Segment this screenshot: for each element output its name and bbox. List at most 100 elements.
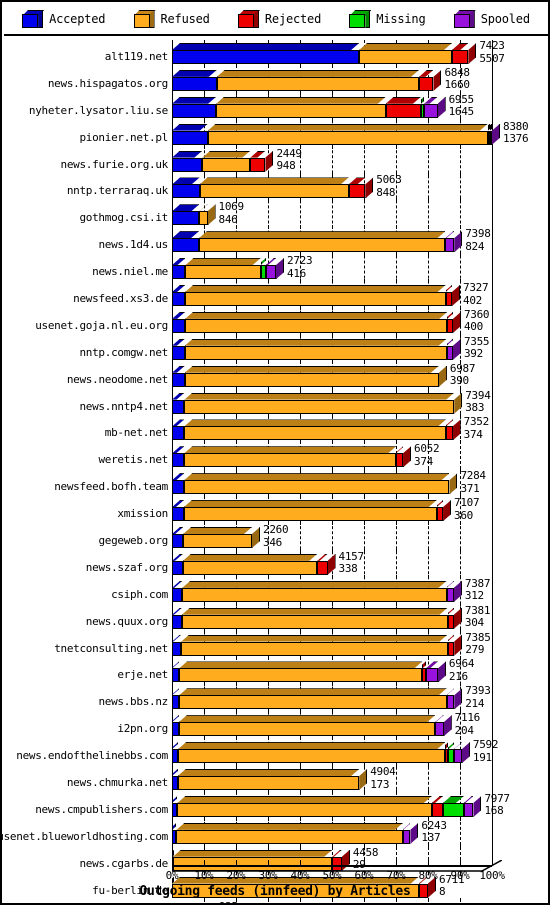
bar-segment-accepted[interactable] [172,641,182,656]
bar-segment-accepted[interactable] [172,103,217,118]
stacked-bar[interactable]: 9351 [172,900,492,903]
bar-segment-refused[interactable] [184,480,450,495]
stacked-bar[interactable]: 2723 416 [172,255,492,284]
bar-segment-accepted[interactable] [172,480,185,495]
bar-segment-refused[interactable] [178,722,436,737]
bar-segment-accepted[interactable] [172,426,185,441]
stacked-bar[interactable]: 7355 392 [172,335,492,364]
bar-segment-refused[interactable] [177,776,360,791]
bar-segment-rejected[interactable] [445,426,453,441]
bar-segment-accepted[interactable] [172,668,180,683]
bar-segment-rejected[interactable] [317,560,328,575]
bar-segment-refused[interactable] [182,587,447,602]
bar-segment-accepted[interactable] [172,211,200,226]
bar-segment-spooled[interactable] [489,130,492,145]
stacked-bar[interactable]: 7393 214 [172,685,492,714]
bar-segment-accepted[interactable] [172,695,180,710]
stacked-bar[interactable]: 7360 400 [172,308,492,337]
bar-segment-refused[interactable] [199,211,208,226]
bar-segment-refused[interactable] [198,238,446,253]
bar-segment-refused[interactable] [202,157,251,172]
bar-segment-rejected[interactable] [447,641,455,656]
bar-segment-spooled[interactable] [425,668,438,683]
bar-segment-refused[interactable] [207,130,488,145]
bar-segment-spooled[interactable] [446,345,453,360]
bar-segment-rejected[interactable] [445,292,452,307]
bar-segment-accepted[interactable] [172,722,179,737]
legend-item-rejected[interactable]: Rejected [237,10,321,28]
bar-segment-refused[interactable] [177,802,432,817]
bar-segment-accepted[interactable] [172,318,186,333]
bar-segment-accepted[interactable] [172,399,185,414]
stacked-bar[interactable]: 7385 279 [172,631,492,660]
bar-segment-accepted[interactable] [172,345,185,360]
bar-segment-spooled[interactable] [454,749,462,764]
bar-segment-refused[interactable] [184,345,447,360]
bar-segment-spooled[interactable] [403,829,411,844]
bar-segment-missing[interactable] [443,802,464,817]
bar-segment-rejected[interactable] [431,802,444,817]
bar-segment-spooled[interactable] [446,695,455,710]
bar-segment-accepted[interactable] [172,292,186,307]
bar-segment-spooled[interactable] [463,802,474,817]
bar-segment-refused[interactable] [185,292,446,307]
bar-segment-refused[interactable] [183,507,437,522]
bar-segment-refused[interactable] [184,372,439,387]
bar-segment-accepted[interactable] [172,265,186,280]
bar-segment-accepted[interactable] [172,560,183,575]
bar-segment-accepted[interactable] [172,130,208,145]
stacked-bar[interactable]: 2449 948 [172,147,492,176]
bar-segment-refused[interactable] [181,614,448,629]
bar-segment-refused[interactable] [184,426,446,441]
bar-segment-accepted[interactable] [172,76,217,91]
bar-segment-accepted[interactable] [172,534,184,549]
bar-segment-accepted[interactable] [172,157,203,172]
stacked-bar[interactable]: 7387 312 [172,577,492,606]
stacked-bar[interactable]: 8380 1376 [172,120,529,149]
stacked-bar[interactable]: 6848 1660 [172,66,492,95]
bar-segment-rejected[interactable] [419,76,434,91]
stacked-bar[interactable]: 6987 390 [172,362,492,391]
legend-item-refused[interactable]: Refused [133,10,210,28]
bar-segment-rejected[interactable] [452,50,469,64]
stacked-bar[interactable]: 4904 173 [172,766,492,795]
bar-segment-spooled[interactable] [265,265,276,280]
bar-segment-accepted[interactable] [172,238,199,253]
stacked-bar[interactable]: 7116 204 [172,712,492,741]
stacked-bar[interactable]: 7352 374 [172,416,492,445]
bar-segment-refused[interactable] [182,560,318,575]
bar-segment-rejected[interactable] [447,614,454,629]
bar-segment-accepted[interactable] [172,453,185,468]
bar-segment-spooled[interactable] [435,722,444,737]
bar-segment-refused[interactable] [359,50,452,64]
bar-segment-refused[interactable] [179,668,423,683]
bar-segment-refused[interactable] [178,749,446,764]
bar-segment-accepted[interactable] [172,507,184,522]
bar-segment-refused[interactable] [216,103,386,118]
stacked-bar[interactable]: 6964 216 [172,658,492,687]
bar-segment-refused[interactable] [176,829,404,844]
bar-segment-refused[interactable] [183,534,252,549]
legend-item-accepted[interactable]: Accepted [22,10,105,28]
bar-segment-spooled[interactable] [446,587,454,602]
bar-segment-refused[interactable] [179,695,447,710]
stacked-bar[interactable]: 7284 371 [172,470,492,499]
bar-segment-spooled[interactable] [445,238,455,253]
stacked-bar[interactable]: 6243 137 [172,819,492,848]
bar-segment-rejected[interactable] [396,453,404,468]
bar-segment-refused[interactable] [185,265,261,280]
bar-segment-refused[interactable] [185,318,448,333]
bar-segment-refused[interactable] [181,641,448,656]
stacked-bar[interactable]: 6052 374 [172,443,492,472]
stacked-bar[interactable]: 7394 383 [172,389,492,418]
bar-segment-accepted[interactable] [172,372,185,387]
bar-segment-rejected[interactable] [348,184,366,199]
bar-segment-accepted[interactable] [172,614,182,629]
bar-segment-accepted[interactable] [172,50,360,64]
stacked-bar[interactable]: 7381 304 [172,604,492,633]
bar-segment-accepted[interactable] [172,587,183,602]
stacked-bar[interactable]: 7423 5507 [172,39,505,68]
bar-segment-refused[interactable] [199,184,349,199]
bar-segment-refused[interactable] [184,399,455,414]
stacked-bar[interactable]: 4157 338 [172,550,492,579]
